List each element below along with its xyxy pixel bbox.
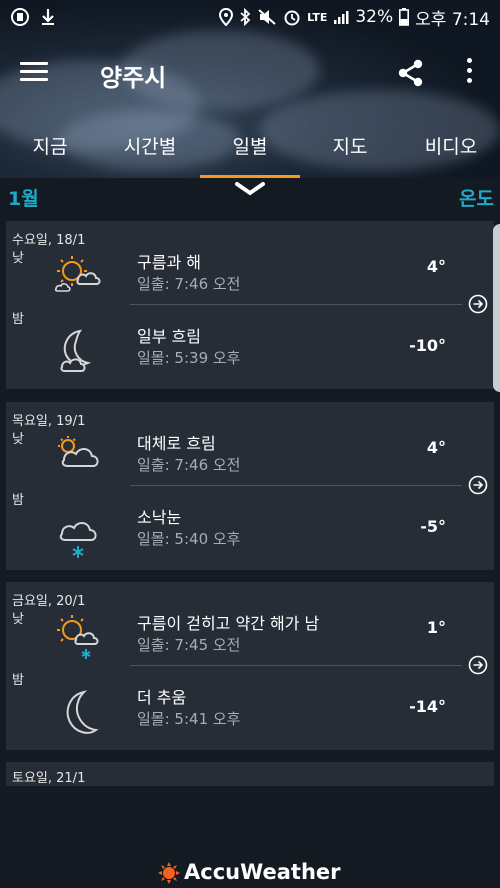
sunrise-time: 일출: 7:45 오전	[137, 636, 241, 654]
card-divider	[130, 485, 462, 486]
day-condition: 대체로 흐림	[137, 434, 216, 453]
circle-arrow-right-icon[interactable]	[468, 475, 488, 495]
snow-shower-icon	[59, 522, 97, 558]
night-condition: 일부 흐림	[137, 327, 201, 346]
day-card[interactable]: 목요일, 19/1 낮 대체로 흐림 일출: 7:46 오전 4° 밤 소낙눈 …	[6, 402, 494, 570]
mostly-cloudy-icon	[58, 436, 99, 467]
footer: AccuWeather	[0, 850, 500, 888]
day-temperature: 4°	[426, 257, 446, 276]
alarm-icon	[284, 10, 300, 26]
day-temperature: 4°	[426, 438, 446, 457]
circle-arrow-right-icon[interactable]	[468, 294, 488, 314]
battery-percent: 32%	[355, 7, 394, 27]
night-temperature: -5°	[420, 517, 446, 536]
night-label: 밤	[12, 312, 24, 327]
day-temperature: 1°	[426, 618, 446, 637]
day-card[interactable]: 토요일, 21/1	[6, 762, 494, 786]
accuweather-logo-icon	[158, 862, 180, 884]
day-label: 낮	[12, 251, 24, 266]
night-temperature: -14°	[409, 697, 446, 716]
mute-icon	[258, 9, 276, 25]
night-label: 밤	[12, 493, 24, 508]
night-condition: 더 추움	[137, 688, 187, 707]
sunrise-time: 일출: 7:46 오전	[137, 456, 241, 474]
tab-bar: 지금 시간별 일별 지도 비디오	[0, 120, 500, 178]
battery-icon	[399, 8, 410, 26]
crescent-moon-icon	[66, 690, 99, 734]
night-condition: 소낙눈	[137, 508, 182, 527]
moon-and-clouds-icon	[60, 329, 92, 372]
clock: 오후 7:14	[415, 9, 490, 30]
tab-daily[interactable]: 일별	[220, 132, 280, 159]
sunset-time: 일몰: 5:41 오후	[137, 710, 241, 728]
day-label: 낮	[12, 612, 24, 627]
card-divider	[130, 304, 462, 305]
tab-map[interactable]: 지도	[324, 132, 376, 159]
sunset-time: 일몰: 5:40 오후	[137, 530, 241, 548]
network-type: LTE	[307, 10, 328, 24]
temperature-unit-toggle[interactable]: 온도	[459, 184, 494, 211]
menu-icon[interactable]	[20, 62, 48, 82]
tab-video[interactable]: 비디오	[418, 132, 484, 159]
share-icon[interactable]	[396, 58, 426, 88]
tab-hourly[interactable]: 시간별	[114, 132, 186, 159]
download-icon	[42, 9, 54, 25]
card-date: 토요일, 21/1	[12, 771, 86, 786]
scroll-handle[interactable]	[493, 224, 500, 392]
sunset-time: 일몰: 5:39 오후	[137, 349, 241, 367]
location-title[interactable]: 양주시	[100, 58, 166, 93]
night-temperature: -10°	[409, 336, 446, 355]
day-card[interactable]: 금요일, 20/1 낮 구름이 걷히고 약간 해가 남 일출: 7:45 오전 …	[6, 582, 494, 750]
tab-now[interactable]: 지금	[24, 132, 76, 159]
signal-icon	[334, 11, 349, 24]
night-label: 밤	[12, 673, 24, 688]
more-options-icon[interactable]	[464, 58, 474, 88]
sun-and-clouds-icon	[54, 256, 101, 292]
circle-arrow-right-icon[interactable]	[468, 655, 488, 675]
day-card[interactable]: 수요일, 18/1 낮 구름과 해 일출: 7:46 오전 4° 밤 일부 흐림…	[6, 221, 494, 389]
location-icon	[219, 8, 234, 26]
day-condition: 구름이 걷히고 약간 해가 남	[137, 614, 320, 633]
chevron-down-icon[interactable]	[234, 180, 266, 198]
day-label: 낮	[12, 432, 24, 447]
clearing-with-flurries-icon	[57, 615, 99, 659]
card-divider	[130, 665, 462, 666]
brand-name[interactable]: AccuWeather	[184, 860, 341, 884]
app-bar: 양주시	[0, 44, 500, 100]
sunrise-time: 일출: 7:46 오전	[137, 275, 241, 293]
status-bar: LTE 32% 오후 7:14	[0, 0, 500, 34]
bluetooth-icon	[240, 8, 251, 26]
day-condition: 구름과 해	[137, 253, 201, 272]
month-label: 1월	[8, 188, 39, 210]
app-notification-icon	[11, 8, 29, 26]
